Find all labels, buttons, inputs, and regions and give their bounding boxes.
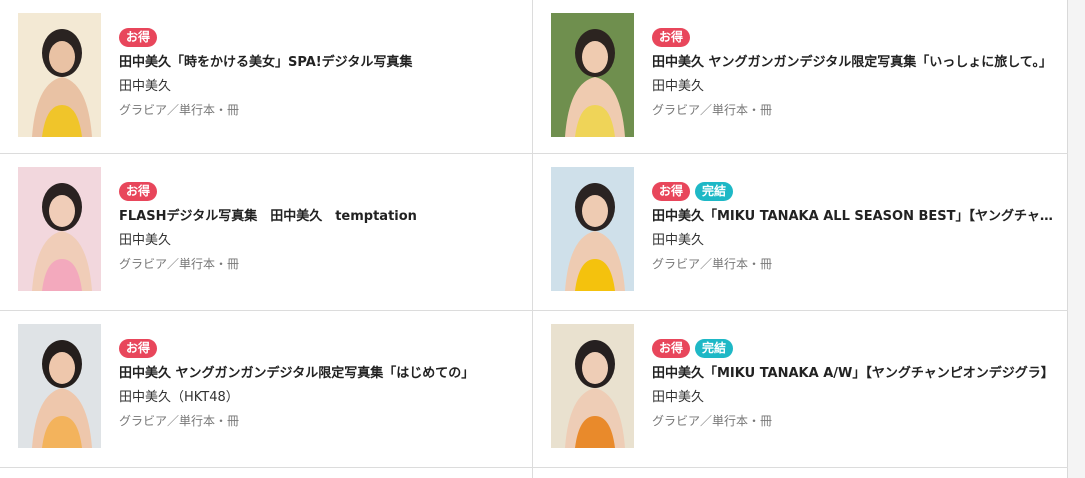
item-title[interactable]: 田中美久「MIKU TANAKA ALL SEASON BEST」【ヤングチャン… <box>652 208 1056 226</box>
item-author[interactable]: 田中美久 <box>652 78 1056 96</box>
item-author[interactable]: 田中美久 <box>119 78 520 96</box>
badge-group: お得 完結 <box>652 339 1056 359</box>
item-author[interactable]: 田中美久 <box>652 389 1056 407</box>
badge-group: お得 <box>119 28 520 48</box>
list-item[interactable]: お得 田中美久 ヤングガンガンデジタル限定写真集「いっしょに旅して。」 田中美久… <box>533 0 1068 154</box>
list-item[interactable]: お得 田中美久 ヤングガンガンデジタル限定写真集「はじめての」 田中美久（HKT… <box>0 311 533 468</box>
book-cover[interactable] <box>18 324 101 448</box>
book-cover[interactable] <box>551 167 634 291</box>
cover-image <box>18 13 101 137</box>
item-title[interactable]: 田中美久「MIKU TANAKA A/W」【ヤングチャンピオンデジグラ】 <box>652 365 1056 383</box>
book-cover[interactable] <box>551 13 634 137</box>
book-cover[interactable] <box>551 324 634 448</box>
item-author[interactable]: 田中美久 <box>119 232 520 250</box>
completed-badge: 完結 <box>695 182 734 201</box>
scrollbar[interactable] <box>1068 0 1085 478</box>
completed-badge: 完結 <box>695 339 734 358</box>
deal-badge: お得 <box>652 28 691 47</box>
item-genre: グラビア／単行本・冊 <box>652 257 773 271</box>
cover-image <box>551 13 634 137</box>
results-list: お得 田中美久「時をかける美女」SPA!デジタル写真集 田中美久 グラビア／単行… <box>0 0 1068 478</box>
list-item[interactable]: お得 完結 田中美久「MIKU TANAKA A/W」【ヤングチャンピオンデジグラ… <box>533 311 1068 468</box>
list-item[interactable]: お得 FLASHデジタル写真集 田中美久 temptation 田中美久 グラビ… <box>0 154 533 311</box>
deal-badge: お得 <box>119 28 158 47</box>
deal-badge: お得 <box>119 339 158 358</box>
item-title[interactable]: FLASHデジタル写真集 田中美久 temptation <box>119 208 520 226</box>
cover-image <box>551 167 634 291</box>
list-item-partial[interactable] <box>533 468 1068 478</box>
item-genre: グラビア／単行本・冊 <box>119 103 240 117</box>
item-genre: グラビア／単行本・冊 <box>119 257 240 271</box>
cover-image <box>18 167 101 291</box>
item-author[interactable]: 田中美久（HKT48） <box>119 389 520 407</box>
item-author[interactable]: 田中美久 <box>652 232 1056 250</box>
cover-image <box>551 324 634 448</box>
badge-group: お得 完結 <box>652 182 1056 202</box>
badge-group: お得 <box>119 182 520 202</box>
list-item[interactable]: お得 田中美久「時をかける美女」SPA!デジタル写真集 田中美久 グラビア／単行… <box>0 0 533 154</box>
list-item[interactable]: お得 完結 田中美久「MIKU TANAKA ALL SEASON BEST」【ヤ… <box>533 154 1068 311</box>
item-title[interactable]: 田中美久「時をかける美女」SPA!デジタル写真集 <box>119 54 520 72</box>
deal-badge: お得 <box>652 339 691 358</box>
badge-group: お得 <box>119 339 520 359</box>
item-title[interactable]: 田中美久 ヤングガンガンデジタル限定写真集「いっしょに旅して。」 <box>652 54 1056 72</box>
item-genre: グラビア／単行本・冊 <box>652 103 773 117</box>
book-cover[interactable] <box>18 13 101 137</box>
list-item-partial[interactable] <box>0 468 533 478</box>
item-genre: グラビア／単行本・冊 <box>652 414 773 428</box>
item-genre: グラビア／単行本・冊 <box>119 414 240 428</box>
item-title[interactable]: 田中美久 ヤングガンガンデジタル限定写真集「はじめての」 <box>119 365 520 383</box>
badge-group: お得 <box>652 28 1056 48</box>
book-cover[interactable] <box>18 167 101 291</box>
cover-image <box>18 324 101 448</box>
deal-badge: お得 <box>652 182 691 201</box>
deal-badge: お得 <box>119 182 158 201</box>
